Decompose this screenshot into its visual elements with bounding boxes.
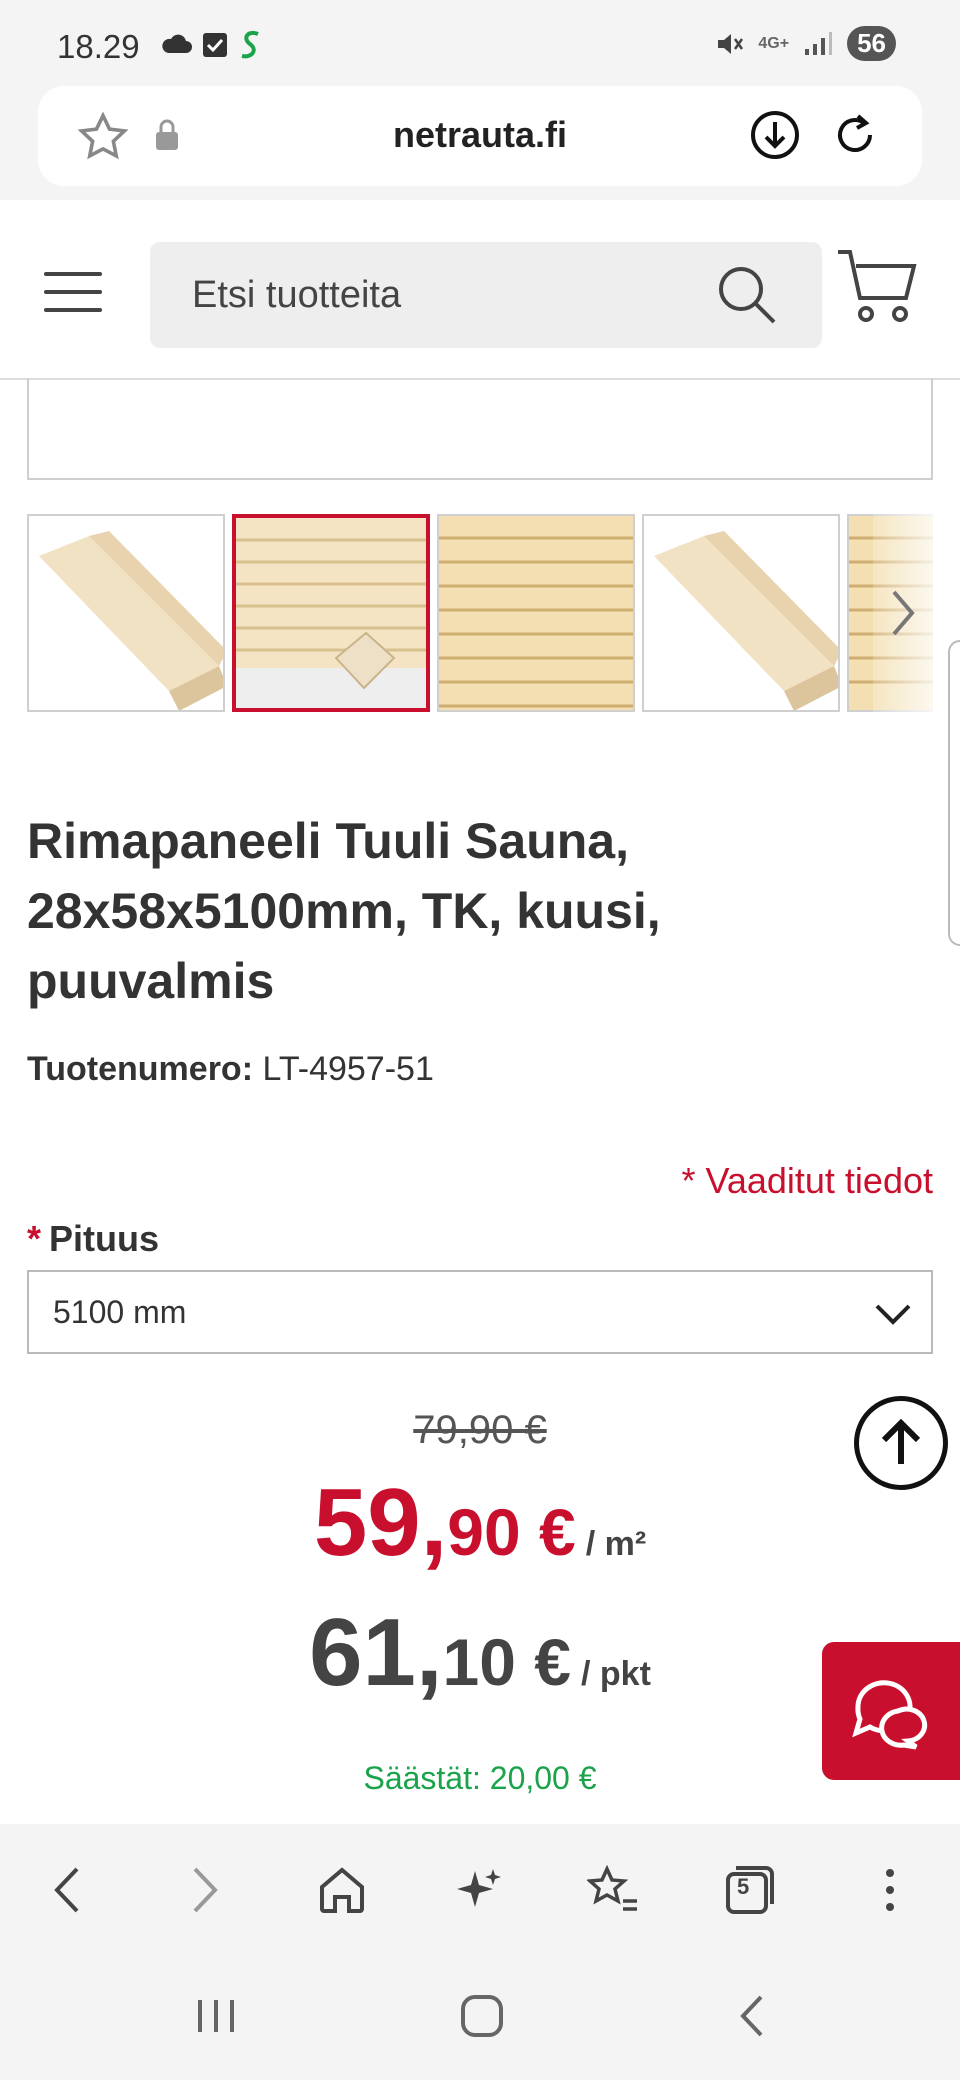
savings-text: Säästät: 20,00 €: [363, 1760, 597, 1796]
search-placeholder: Etsi tuotteita: [192, 274, 402, 316]
wood-profile-image: [29, 516, 223, 710]
thumbnail-2[interactable]: [232, 514, 430, 712]
length-label-text: Pituus: [49, 1218, 160, 1259]
signal-icon: [805, 31, 833, 55]
more-vertical-icon: [886, 1869, 894, 1911]
length-select[interactable]: 5100 mm: [27, 1270, 933, 1354]
search-input[interactable]: Etsi tuotteita: [150, 242, 822, 348]
required-mark: *: [27, 1218, 42, 1259]
mute-icon: [718, 33, 744, 54]
back-button[interactable]: [36, 1860, 96, 1920]
checkbox-icon: [203, 33, 227, 57]
sku-value: LT-4957-51: [262, 1050, 434, 1088]
recent-apps-icon: [198, 2000, 234, 2032]
status-time: 18.29: [57, 28, 140, 65]
arrow-up-icon: [881, 1418, 921, 1464]
scroll-to-top-button[interactable]: [854, 1396, 948, 1490]
forward-button[interactable]: [176, 1860, 236, 1920]
scroll-indicator: [948, 640, 960, 946]
required-fields-note: * Vaaditut tiedot: [681, 1160, 933, 1201]
recent-apps-button[interactable]: [186, 1986, 246, 2046]
forward-arrow-icon: [193, 1867, 218, 1913]
length-label: * Pituus: [27, 1218, 159, 1260]
chevron-down-icon: [875, 1304, 911, 1325]
sku-label: Tuotenumero:: [27, 1050, 254, 1088]
site-header: Etsi tuotteita: [0, 200, 960, 380]
system-back-button[interactable]: [722, 1986, 782, 2046]
system-home-button[interactable]: [452, 1986, 512, 2046]
tab-count: 5: [737, 1874, 750, 1899]
price-per-m2: 59,90 € / m²: [0, 1468, 960, 1578]
pkt-unit: / pkt: [581, 1655, 651, 1693]
weather-icon: [162, 34, 192, 53]
status-bar: 18.29 4G+ 56: [0, 0, 960, 86]
price-per-pkt: 61,10 € / pkt: [0, 1598, 960, 1708]
chat-button[interactable]: [822, 1642, 960, 1780]
thumbnail-gallery: [27, 514, 933, 714]
tabs-icon: [726, 1866, 774, 1914]
system-nav-bar: [0, 1950, 960, 2080]
pkt-int: 61,: [309, 1599, 443, 1706]
tabs-button[interactable]: 5: [720, 1860, 780, 1920]
battery-indicator: 56: [847, 26, 896, 61]
home-button[interactable]: [312, 1860, 372, 1920]
ai-button[interactable]: [448, 1860, 508, 1920]
url-bar[interactable]: netrauta.fi: [38, 86, 922, 186]
search-icon[interactable]: [712, 260, 782, 330]
sparkle-icon: [457, 1869, 501, 1907]
menu-icon[interactable]: [44, 272, 102, 312]
thumbnail-3[interactable]: [437, 514, 635, 712]
pkt-dec: 10 €: [442, 1625, 571, 1699]
chevron-right-icon: [892, 590, 915, 636]
star-list-icon: [587, 1865, 637, 1911]
thumbnail-1[interactable]: [27, 514, 225, 712]
reload-icon[interactable]: [828, 108, 882, 162]
main-product-image[interactable]: [27, 378, 933, 480]
wall-panel-image: [236, 518, 426, 708]
gallery-next-button[interactable]: [873, 514, 933, 712]
system-back-icon: [740, 1995, 763, 2037]
bookmarks-button[interactable]: [584, 1860, 644, 1920]
thumbnail-4[interactable]: [642, 514, 840, 712]
wall-close-image: [439, 516, 633, 710]
more-menu-button[interactable]: [860, 1860, 920, 1920]
chat-icon: [852, 1680, 928, 1750]
system-home-icon: [461, 1995, 503, 2037]
price-int: 59,: [313, 1469, 448, 1576]
cart-icon[interactable]: [834, 244, 920, 330]
app-s-icon: [241, 31, 259, 59]
wood-profile-image-2: [644, 516, 838, 710]
browser-toolbar: netrauta.fi: [0, 86, 960, 200]
download-icon[interactable]: [748, 108, 802, 162]
home-icon: [320, 1867, 364, 1913]
sku-line: Tuotenumero: LT-4957-51: [27, 1050, 434, 1089]
old-price: 79,90 €: [413, 1408, 547, 1452]
back-arrow-icon: [54, 1867, 79, 1913]
price-dec: 90 €: [447, 1495, 576, 1569]
network-label: 4G+: [758, 34, 790, 52]
product-title: Rimapaneeli Tuuli Sauna, 28x58x5100mm, T…: [27, 813, 661, 1009]
browser-bottom-bar: 5: [0, 1824, 960, 1950]
price-unit: / m²: [585, 1525, 647, 1563]
length-selected-value: 5100 mm: [53, 1294, 187, 1330]
